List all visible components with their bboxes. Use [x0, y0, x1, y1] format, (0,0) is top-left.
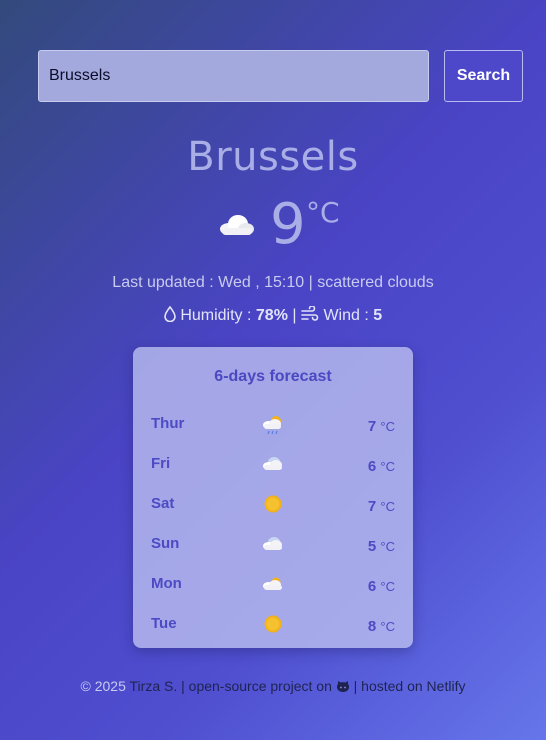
current-temperature: 9 °C [0, 194, 546, 260]
cloud-icon [263, 457, 282, 470]
cloud-icon [263, 537, 282, 550]
forecast-temp: 6 °C [367, 578, 395, 595]
humidity-value: 78% [255, 307, 288, 324]
forecast-day: Tue [151, 615, 177, 632]
forecast-temp: 7 °C [367, 418, 395, 435]
details-separator: | [292, 307, 297, 324]
wind-icon [301, 306, 319, 321]
footer-separator: | [353, 678, 358, 694]
search-bar: Search [38, 50, 523, 102]
forecast-day: Sat [151, 495, 175, 512]
sun-icon [264, 615, 282, 633]
forecast-row-thur: Thur 7 °C [133, 413, 413, 437]
forecast-card: 6-days forecast Thur 7 °C Fri 6 °C Sat 7… [133, 347, 413, 648]
humidity-label: Humidity : [180, 307, 252, 324]
forecast-temp: 7 °C [367, 498, 395, 515]
forecast-day: Fri [151, 455, 171, 472]
search-input[interactable] [38, 50, 429, 102]
search-button[interactable]: Search [444, 50, 523, 102]
forecast-row-mon: Mon 6 °C [133, 573, 413, 597]
cloud-icon [220, 215, 254, 235]
github-icon[interactable] [336, 680, 350, 693]
weather-details: Humidity : 78% | Wind : 5 [0, 306, 546, 325]
cloud-sun-rain-icon [263, 416, 281, 435]
forecast-day: Mon [151, 575, 182, 592]
wind-value: 5 [373, 307, 383, 324]
forecast-row-fri: Fri 6 °C [133, 453, 413, 477]
open-source-link[interactable]: open-source project on [189, 678, 332, 694]
forecast-row-sat: Sat 7 °C [133, 493, 413, 517]
humidity-drop-icon [164, 306, 176, 322]
netlify-link[interactable]: hosted on Netlify [361, 678, 465, 694]
temperature-value: 9 [270, 192, 306, 257]
sun-icon [264, 495, 282, 513]
forecast-title: 6-days forecast [214, 368, 332, 385]
forecast-row-tue: Tue 8 °C [133, 613, 413, 637]
forecast-temp: 8 °C [367, 618, 395, 635]
forecast-temp: 5 °C [367, 538, 395, 555]
forecast-row-sun: Sun 5 °C [133, 533, 413, 557]
last-updated: Last updated : Wed , 15:10 | scattered c… [112, 274, 434, 291]
author-link[interactable]: Tirza S. [130, 678, 178, 694]
temperature-unit: °C [306, 196, 340, 229]
wind-label: Wind : [323, 307, 369, 324]
copyright: © 2025 [80, 678, 126, 694]
forecast-temp: 6 °C [367, 458, 395, 475]
forecast-day: Thur [151, 415, 185, 432]
city-name: Brussels [187, 134, 359, 180]
footer: © 2025 Tirza S. | open-source project on… [0, 678, 546, 694]
forecast-day: Sun [151, 535, 180, 552]
cloud-sun-icon [263, 577, 282, 590]
footer-separator: | [181, 678, 185, 694]
